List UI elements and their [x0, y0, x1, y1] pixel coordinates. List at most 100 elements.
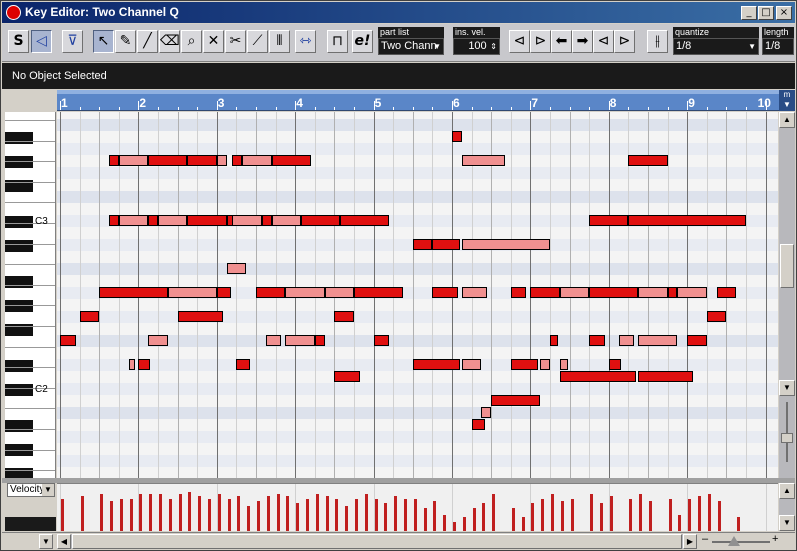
- midi-note[interactable]: [452, 131, 462, 142]
- velocity-bar[interactable]: [541, 499, 545, 531]
- velocity-bar[interactable]: [100, 494, 104, 531]
- midi-note[interactable]: [461, 359, 482, 370]
- midi-note[interactable]: [461, 155, 505, 166]
- velocity-bar[interactable]: [227, 499, 231, 531]
- maximize-button[interactable]: □: [758, 6, 774, 20]
- zoom-icon[interactable]: ⌕: [181, 30, 202, 53]
- midi-note[interactable]: [177, 311, 223, 322]
- midi-note[interactable]: [589, 215, 629, 226]
- midi-note[interactable]: [559, 371, 637, 382]
- velocity-bar[interactable]: [178, 494, 182, 531]
- black-key[interactable]: [5, 216, 33, 228]
- note-grid[interactable]: [57, 112, 778, 478]
- velocity-bar[interactable]: [364, 494, 368, 531]
- midi-note[interactable]: [550, 335, 558, 346]
- velocity-bar[interactable]: [639, 494, 643, 531]
- velocity-bar[interactable]: [247, 506, 251, 531]
- velocity-bar[interactable]: [649, 501, 652, 531]
- velocity-bar[interactable]: [668, 499, 672, 531]
- velocity-bar[interactable]: [629, 499, 633, 531]
- midi-note[interactable]: [667, 287, 678, 298]
- insert-velocity-control[interactable]: ins. vel. 100 ⇕: [453, 27, 500, 55]
- velocity-scrollbar[interactable]: ▲ ▼: [779, 483, 795, 531]
- solo-button[interactable]: S: [8, 30, 29, 53]
- velocity-bar[interactable]: [119, 499, 123, 531]
- midi-note[interactable]: [271, 155, 311, 166]
- midi-note[interactable]: [236, 359, 251, 370]
- velocity-bar[interactable]: [335, 499, 339, 531]
- black-key[interactable]: [5, 132, 33, 144]
- quantize-icon[interactable]: ⫲: [647, 30, 668, 53]
- piano-keyboard[interactable]: C3 C2: [5, 112, 56, 478]
- velocity-bar[interactable]: [600, 503, 603, 531]
- black-key[interactable]: [5, 300, 33, 312]
- midi-note[interactable]: [148, 155, 188, 166]
- black-key[interactable]: [5, 156, 33, 168]
- midi-note[interactable]: [148, 215, 158, 226]
- velocity-bar[interactable]: [737, 517, 741, 531]
- zoom-in-icon[interactable]: +: [772, 533, 778, 545]
- velocity-bar[interactable]: [139, 494, 143, 531]
- velocity-bar[interactable]: [129, 499, 133, 531]
- controller-select[interactable]: Velocity ▼: [7, 483, 55, 497]
- scroll-thumb[interactable]: [780, 244, 794, 288]
- midi-note[interactable]: [128, 359, 135, 370]
- velocity-bar[interactable]: [453, 522, 456, 531]
- scroll-right-button[interactable]: ▶: [683, 534, 697, 549]
- midi-note[interactable]: [589, 335, 605, 346]
- velocity-bar[interactable]: [413, 499, 417, 531]
- velocity-bar[interactable]: [286, 496, 290, 531]
- velocity-bar[interactable]: [159, 494, 162, 531]
- midi-note[interactable]: [109, 155, 119, 166]
- black-key[interactable]: [5, 420, 33, 432]
- eraser-icon[interactable]: ⌫: [159, 30, 180, 53]
- velocity-bar[interactable]: [325, 496, 329, 531]
- move-left-icon[interactable]: ⬅: [551, 30, 572, 53]
- midi-note[interactable]: [340, 215, 390, 226]
- black-key[interactable]: [5, 276, 33, 288]
- part-list-control[interactable]: part list Two Chann ▼: [378, 27, 444, 55]
- midi-note[interactable]: [158, 215, 188, 226]
- close-button[interactable]: ×: [776, 6, 792, 20]
- velocity-bar[interactable]: [208, 499, 211, 531]
- snap-icon[interactable]: ⊓: [327, 30, 348, 53]
- track-menu-button[interactable]: ▼: [39, 534, 53, 549]
- velocity-bar[interactable]: [551, 494, 554, 531]
- title-bar[interactable]: Key Editor: Two Channel Q _ □ ×: [2, 2, 795, 23]
- midi-note[interactable]: [687, 335, 707, 346]
- velocity-bar[interactable]: [237, 496, 241, 531]
- midi-note[interactable]: [373, 335, 390, 346]
- vertical-scrollbar[interactable]: ▲ ▼: [779, 112, 795, 478]
- midi-note[interactable]: [461, 239, 550, 250]
- midi-note[interactable]: [530, 287, 560, 298]
- velocity-lane[interactable]: [57, 483, 778, 531]
- velocity-bar[interactable]: [462, 517, 466, 531]
- scroll-up-button[interactable]: ▲: [779, 483, 795, 499]
- velocity-bar[interactable]: [688, 499, 692, 531]
- midi-note[interactable]: [138, 359, 151, 370]
- minimize-button[interactable]: _: [741, 6, 757, 20]
- midi-note[interactable]: [265, 335, 282, 346]
- midi-note[interactable]: [354, 287, 403, 298]
- midi-note[interactable]: [118, 215, 149, 226]
- velocity-bar[interactable]: [717, 501, 721, 531]
- midi-note[interactable]: [256, 287, 286, 298]
- midi-note[interactable]: [412, 239, 433, 250]
- midi-note[interactable]: [226, 263, 247, 274]
- midi-note[interactable]: [79, 311, 100, 322]
- part-list-select[interactable]: Two Chann ▼: [378, 38, 444, 55]
- velocity-bar[interactable]: [482, 503, 486, 531]
- zoom-slider-thumb[interactable]: [728, 536, 740, 546]
- midi-note[interactable]: [334, 311, 354, 322]
- velocity-bar[interactable]: [296, 503, 300, 531]
- move-right-icon[interactable]: ➡: [572, 30, 593, 53]
- midi-note[interactable]: [677, 287, 707, 298]
- midi-note[interactable]: [716, 287, 737, 298]
- autoscroll-icon[interactable]: ⇿: [295, 30, 316, 53]
- midi-note[interactable]: [608, 359, 621, 370]
- midi-note[interactable]: [334, 371, 360, 382]
- velocity-bar[interactable]: [570, 499, 574, 531]
- midi-note[interactable]: [187, 155, 217, 166]
- edit-in-place-icon[interactable]: e!: [352, 30, 373, 53]
- scissors-icon[interactable]: ✂: [225, 30, 246, 53]
